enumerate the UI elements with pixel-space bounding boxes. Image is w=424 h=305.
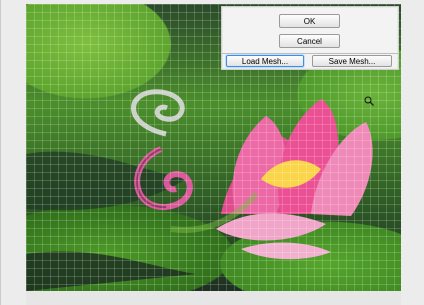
cancel-button[interactable]: Cancel: [279, 34, 340, 48]
load-mesh-button[interactable]: Load Mesh...: [226, 55, 304, 67]
ok-button[interactable]: OK: [279, 14, 340, 28]
divider: [222, 53, 398, 54]
dialog-window: OK Cancel Load Mesh... Save Mesh...: [0, 0, 424, 305]
bottom-strip: [26, 291, 401, 305]
save-mesh-button[interactable]: Save Mesh...: [312, 55, 392, 67]
zoom-cursor-icon: [364, 96, 374, 106]
dialog-buttons-panel: OK Cancel Load Mesh... Save Mesh...: [221, 6, 399, 70]
